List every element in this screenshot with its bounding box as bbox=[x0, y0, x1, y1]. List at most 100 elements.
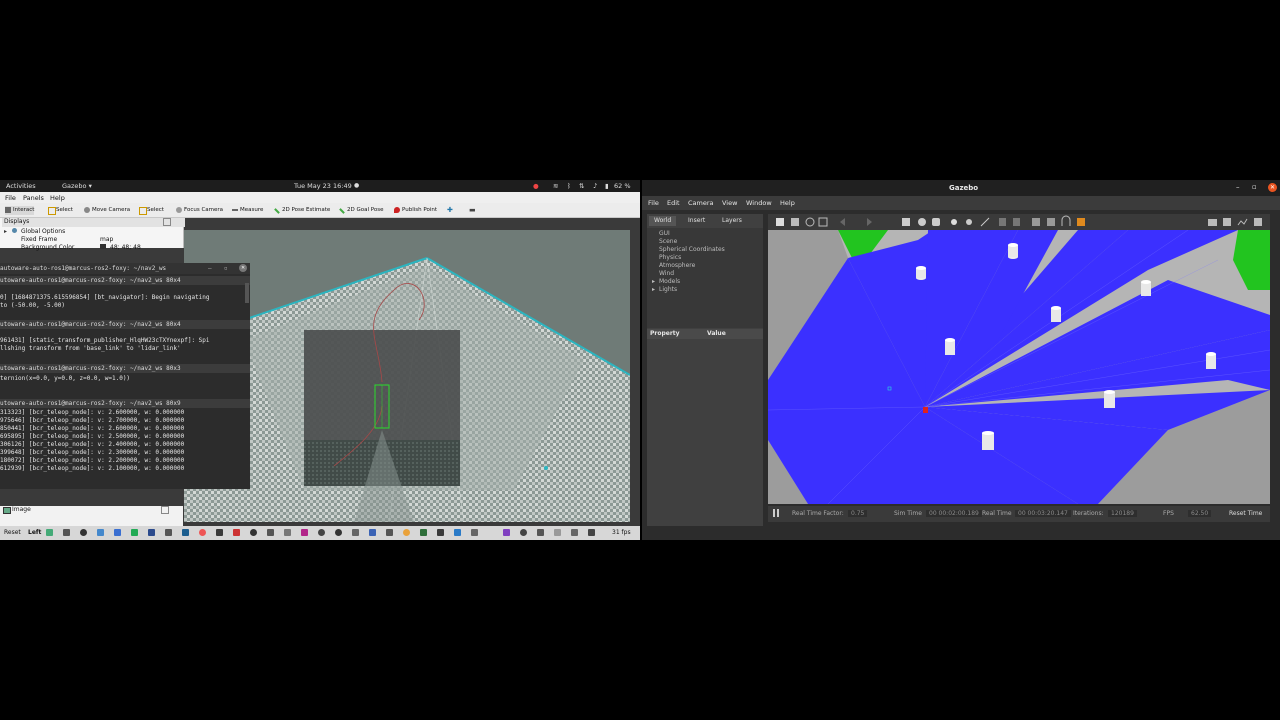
app-icon[interactable] bbox=[537, 529, 544, 536]
app-icon[interactable] bbox=[386, 529, 393, 536]
app-icon[interactable] bbox=[233, 529, 240, 536]
tool-interact[interactable]: Interact bbox=[5, 206, 35, 215]
plot-icon[interactable] bbox=[1237, 218, 1248, 226]
terminal-tab-4[interactable]: utoware-auto-ros1@marcus-ros2-foxy: ~/na… bbox=[0, 399, 250, 408]
app-icon[interactable] bbox=[554, 529, 561, 536]
align-icon[interactable] bbox=[1032, 218, 1040, 226]
expand-arrow-icon[interactable]: ▸ bbox=[652, 278, 655, 285]
app-icon[interactable] bbox=[46, 529, 53, 536]
tree-item-atmosphere[interactable]: Atmosphere bbox=[659, 262, 695, 269]
image-panel-title[interactable]: Image bbox=[12, 506, 31, 513]
tree-item-spherical-coordinates[interactable]: Spherical Coordinates bbox=[659, 246, 725, 253]
magnet-icon[interactable] bbox=[1061, 215, 1071, 226]
tool-publish-point[interactable]: Publish Point bbox=[394, 206, 437, 215]
app-icon[interactable] bbox=[420, 529, 427, 536]
global-options-label[interactable]: Global Options bbox=[21, 228, 65, 235]
translate-icon[interactable] bbox=[791, 218, 799, 226]
pause-icon[interactable] bbox=[773, 509, 779, 517]
redo-icon[interactable] bbox=[867, 218, 872, 226]
expand-arrow-icon[interactable]: ▸ bbox=[652, 286, 655, 293]
plus-icon[interactable]: ✚ bbox=[447, 206, 453, 214]
undo-icon[interactable] bbox=[840, 218, 845, 226]
orange-tool-icon[interactable] bbox=[1077, 218, 1085, 226]
close-icon[interactable]: ✕ bbox=[239, 264, 247, 272]
tree-item-physics[interactable]: Physics bbox=[659, 254, 681, 261]
app-icon[interactable] bbox=[114, 529, 121, 536]
tool-2d-goal-pose[interactable]: 2D Goal Pose bbox=[339, 206, 384, 215]
scale-icon[interactable] bbox=[818, 217, 828, 227]
cylinder-shape-icon[interactable] bbox=[932, 218, 940, 226]
menu-help[interactable]: Help bbox=[50, 194, 65, 202]
app-icon[interactable] bbox=[588, 529, 595, 536]
maximize-icon[interactable]: ▫ bbox=[1252, 183, 1257, 191]
tab-insert[interactable]: Insert bbox=[683, 216, 710, 226]
gazebo-3d-scene[interactable] bbox=[768, 230, 1270, 504]
rviz-3d-view[interactable] bbox=[184, 230, 630, 522]
video-icon[interactable] bbox=[1254, 218, 1262, 226]
tree-item-wind[interactable]: Wind bbox=[659, 270, 674, 277]
app-icon[interactable] bbox=[267, 529, 274, 536]
tree-item-gui[interactable]: GUI bbox=[659, 230, 670, 237]
app-icon[interactable] bbox=[97, 529, 104, 536]
app-icon[interactable] bbox=[503, 529, 510, 536]
app-icon[interactable] bbox=[165, 529, 172, 536]
directional-light-icon[interactable] bbox=[980, 217, 990, 227]
spot-light-icon[interactable] bbox=[966, 219, 972, 225]
maximize-icon[interactable]: ▫ bbox=[224, 263, 228, 274]
app-icon[interactable] bbox=[131, 529, 138, 536]
app-icon[interactable] bbox=[284, 529, 291, 536]
select-mode-icon[interactable] bbox=[776, 218, 784, 226]
log-icon[interactable] bbox=[1223, 218, 1231, 226]
rotate-icon[interactable] bbox=[805, 217, 815, 227]
menu-window[interactable]: Window bbox=[746, 199, 772, 207]
menu-help[interactable]: Help bbox=[780, 199, 795, 207]
app-icon[interactable] bbox=[199, 529, 206, 536]
tab-world[interactable]: World bbox=[649, 216, 677, 226]
tree-item-scene[interactable]: Scene bbox=[659, 238, 677, 245]
menu-file[interactable]: File bbox=[5, 194, 16, 202]
menu-camera[interactable]: Camera bbox=[688, 199, 714, 207]
app-icon[interactable] bbox=[369, 529, 376, 536]
app-icon[interactable] bbox=[571, 529, 578, 536]
reset-time-button[interactable]: Reset Time bbox=[1229, 510, 1262, 517]
app-icon[interactable] bbox=[148, 529, 155, 536]
menu-file[interactable]: File bbox=[648, 199, 659, 207]
expand-arrow-icon[interactable]: ▸ bbox=[4, 228, 7, 235]
app-icon[interactable] bbox=[250, 529, 257, 536]
tool-move-camera[interactable]: Move Camera bbox=[84, 206, 130, 215]
app-icon[interactable] bbox=[403, 529, 410, 536]
app-icon[interactable] bbox=[318, 529, 325, 536]
tool-focus-camera[interactable]: Focus Camera bbox=[176, 206, 223, 215]
app-icon[interactable] bbox=[471, 529, 478, 536]
app-menu[interactable]: Gazebo ▾ bbox=[62, 182, 92, 190]
fixed-frame-value[interactable]: map bbox=[100, 236, 113, 243]
tree-item-models[interactable]: Models bbox=[659, 278, 680, 285]
terminal-window[interactable]: autoware-auto-ros1@marcus-ros2-foxy: ~/n… bbox=[0, 263, 250, 489]
copy-icon[interactable] bbox=[999, 218, 1006, 226]
screenshot-icon[interactable] bbox=[1208, 219, 1217, 226]
minimize-icon[interactable]: – bbox=[208, 263, 212, 274]
tool-select-2[interactable]: Select bbox=[139, 206, 164, 215]
app-icon[interactable] bbox=[182, 529, 189, 536]
terminal-tab-3[interactable]: utoware-auto-ros1@marcus-ros2-foxy: ~/na… bbox=[0, 364, 250, 373]
app-icon[interactable] bbox=[437, 529, 444, 536]
tab-layers[interactable]: Layers bbox=[717, 216, 747, 226]
menu-view[interactable]: View bbox=[722, 199, 737, 207]
close-panel-icon[interactable] bbox=[161, 506, 169, 514]
close-panel-icon[interactable] bbox=[163, 218, 171, 226]
clock[interactable]: Tue May 23 16:49 bbox=[294, 182, 352, 190]
box-shape-icon[interactable] bbox=[902, 218, 910, 226]
app-icon[interactable] bbox=[301, 529, 308, 536]
menu-panels[interactable]: Panels bbox=[23, 194, 44, 202]
terminal-tab-2[interactable]: utoware-auto-ros1@marcus-ros2-foxy: ~/na… bbox=[0, 320, 250, 329]
background-color-value[interactable]: 48; 48; 48 bbox=[110, 244, 141, 251]
app-icon[interactable] bbox=[216, 529, 223, 536]
app-icon[interactable] bbox=[63, 529, 70, 536]
reset-button[interactable]: Reset bbox=[4, 529, 21, 536]
minimize-icon[interactable]: – bbox=[1236, 183, 1240, 191]
point-light-icon[interactable] bbox=[951, 219, 957, 225]
close-icon[interactable]: ✕ bbox=[1268, 183, 1277, 192]
app-icon[interactable] bbox=[80, 529, 87, 536]
menu-edit[interactable]: Edit bbox=[667, 199, 680, 207]
app-icon[interactable] bbox=[352, 529, 359, 536]
